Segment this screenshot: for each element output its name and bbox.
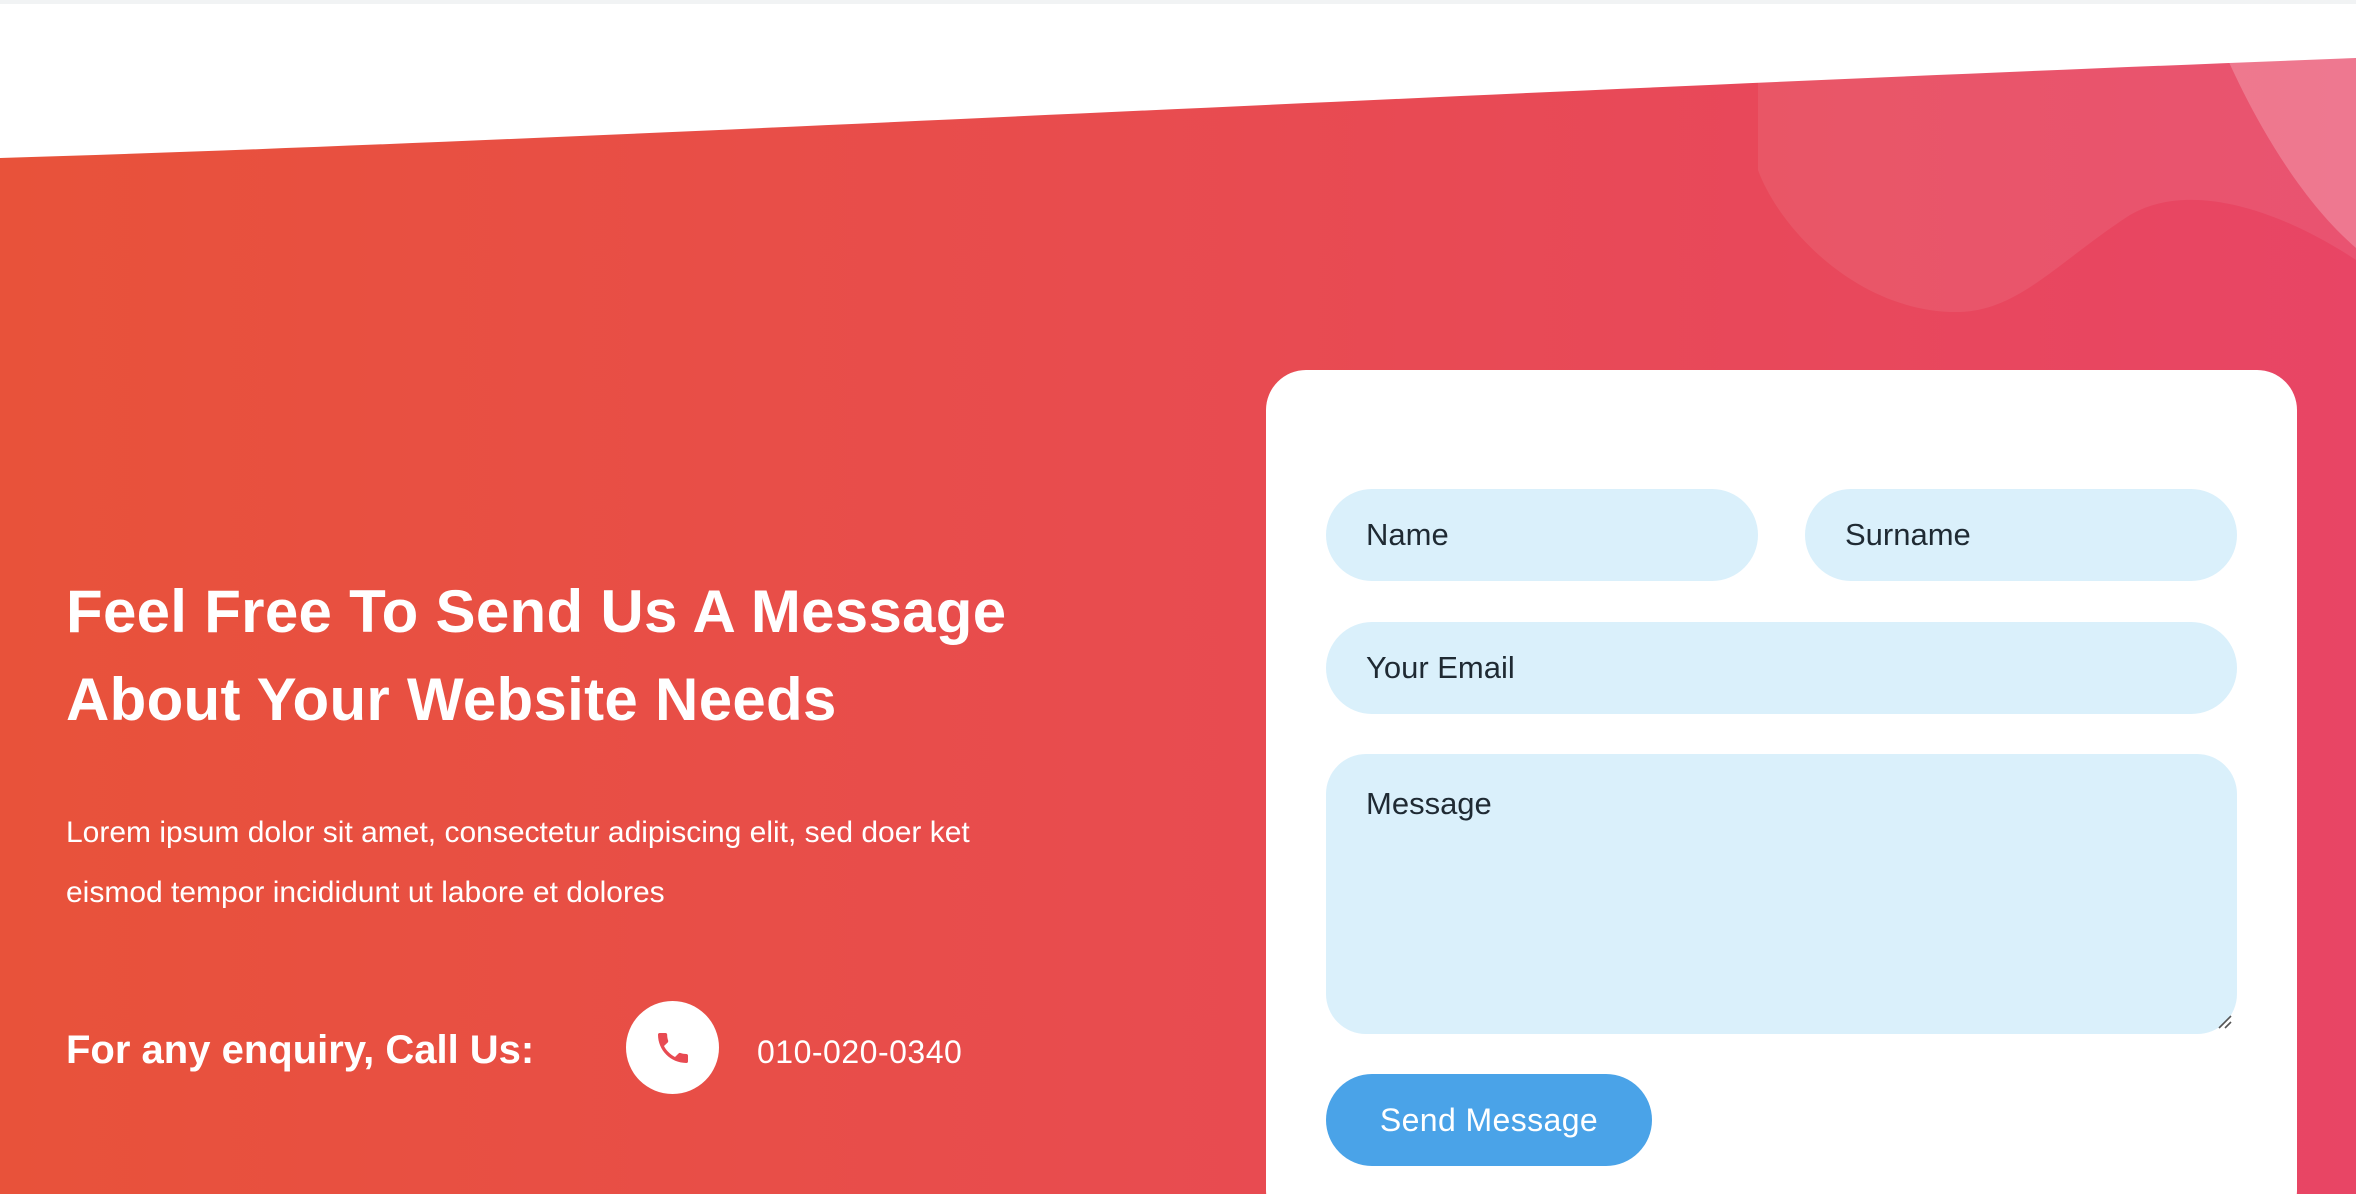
email-input[interactable]: Your Email <box>1326 622 2237 714</box>
enquiry-label: For any enquiry, Call Us: <box>66 1028 535 1072</box>
phone-number[interactable]: 010-020-0340 <box>757 1032 962 1072</box>
name-input[interactable]: Name <box>1326 489 1758 581</box>
description-line-1: Lorem ipsum dolor sit amet, consectetur … <box>66 816 970 849</box>
section-headline: Feel Free To Send Us A Message About You… <box>66 568 1146 744</box>
message-textarea[interactable]: Message <box>1326 754 2237 1034</box>
headline-line-1: Feel Free To Send Us A Message <box>66 578 1007 645</box>
phone-icon <box>657 1032 688 1063</box>
contact-section: Feel Free To Send Us A Message About You… <box>0 0 2356 1194</box>
message-placeholder: Message <box>1366 786 1492 821</box>
headline-line-2: About Your Website Needs <box>66 666 837 733</box>
description-line-2: eismod tempor incididunt ut labore et do… <box>66 876 665 909</box>
surname-input[interactable]: Surname <box>1805 489 2237 581</box>
phone-icon-badge[interactable] <box>626 1001 719 1094</box>
send-message-button[interactable]: Send Message <box>1326 1074 1652 1166</box>
top-divider <box>0 0 2356 4</box>
section-description: Lorem ipsum dolor sit amet, consectetur … <box>66 803 1186 923</box>
resize-handle-icon[interactable] <box>2215 1012 2233 1030</box>
